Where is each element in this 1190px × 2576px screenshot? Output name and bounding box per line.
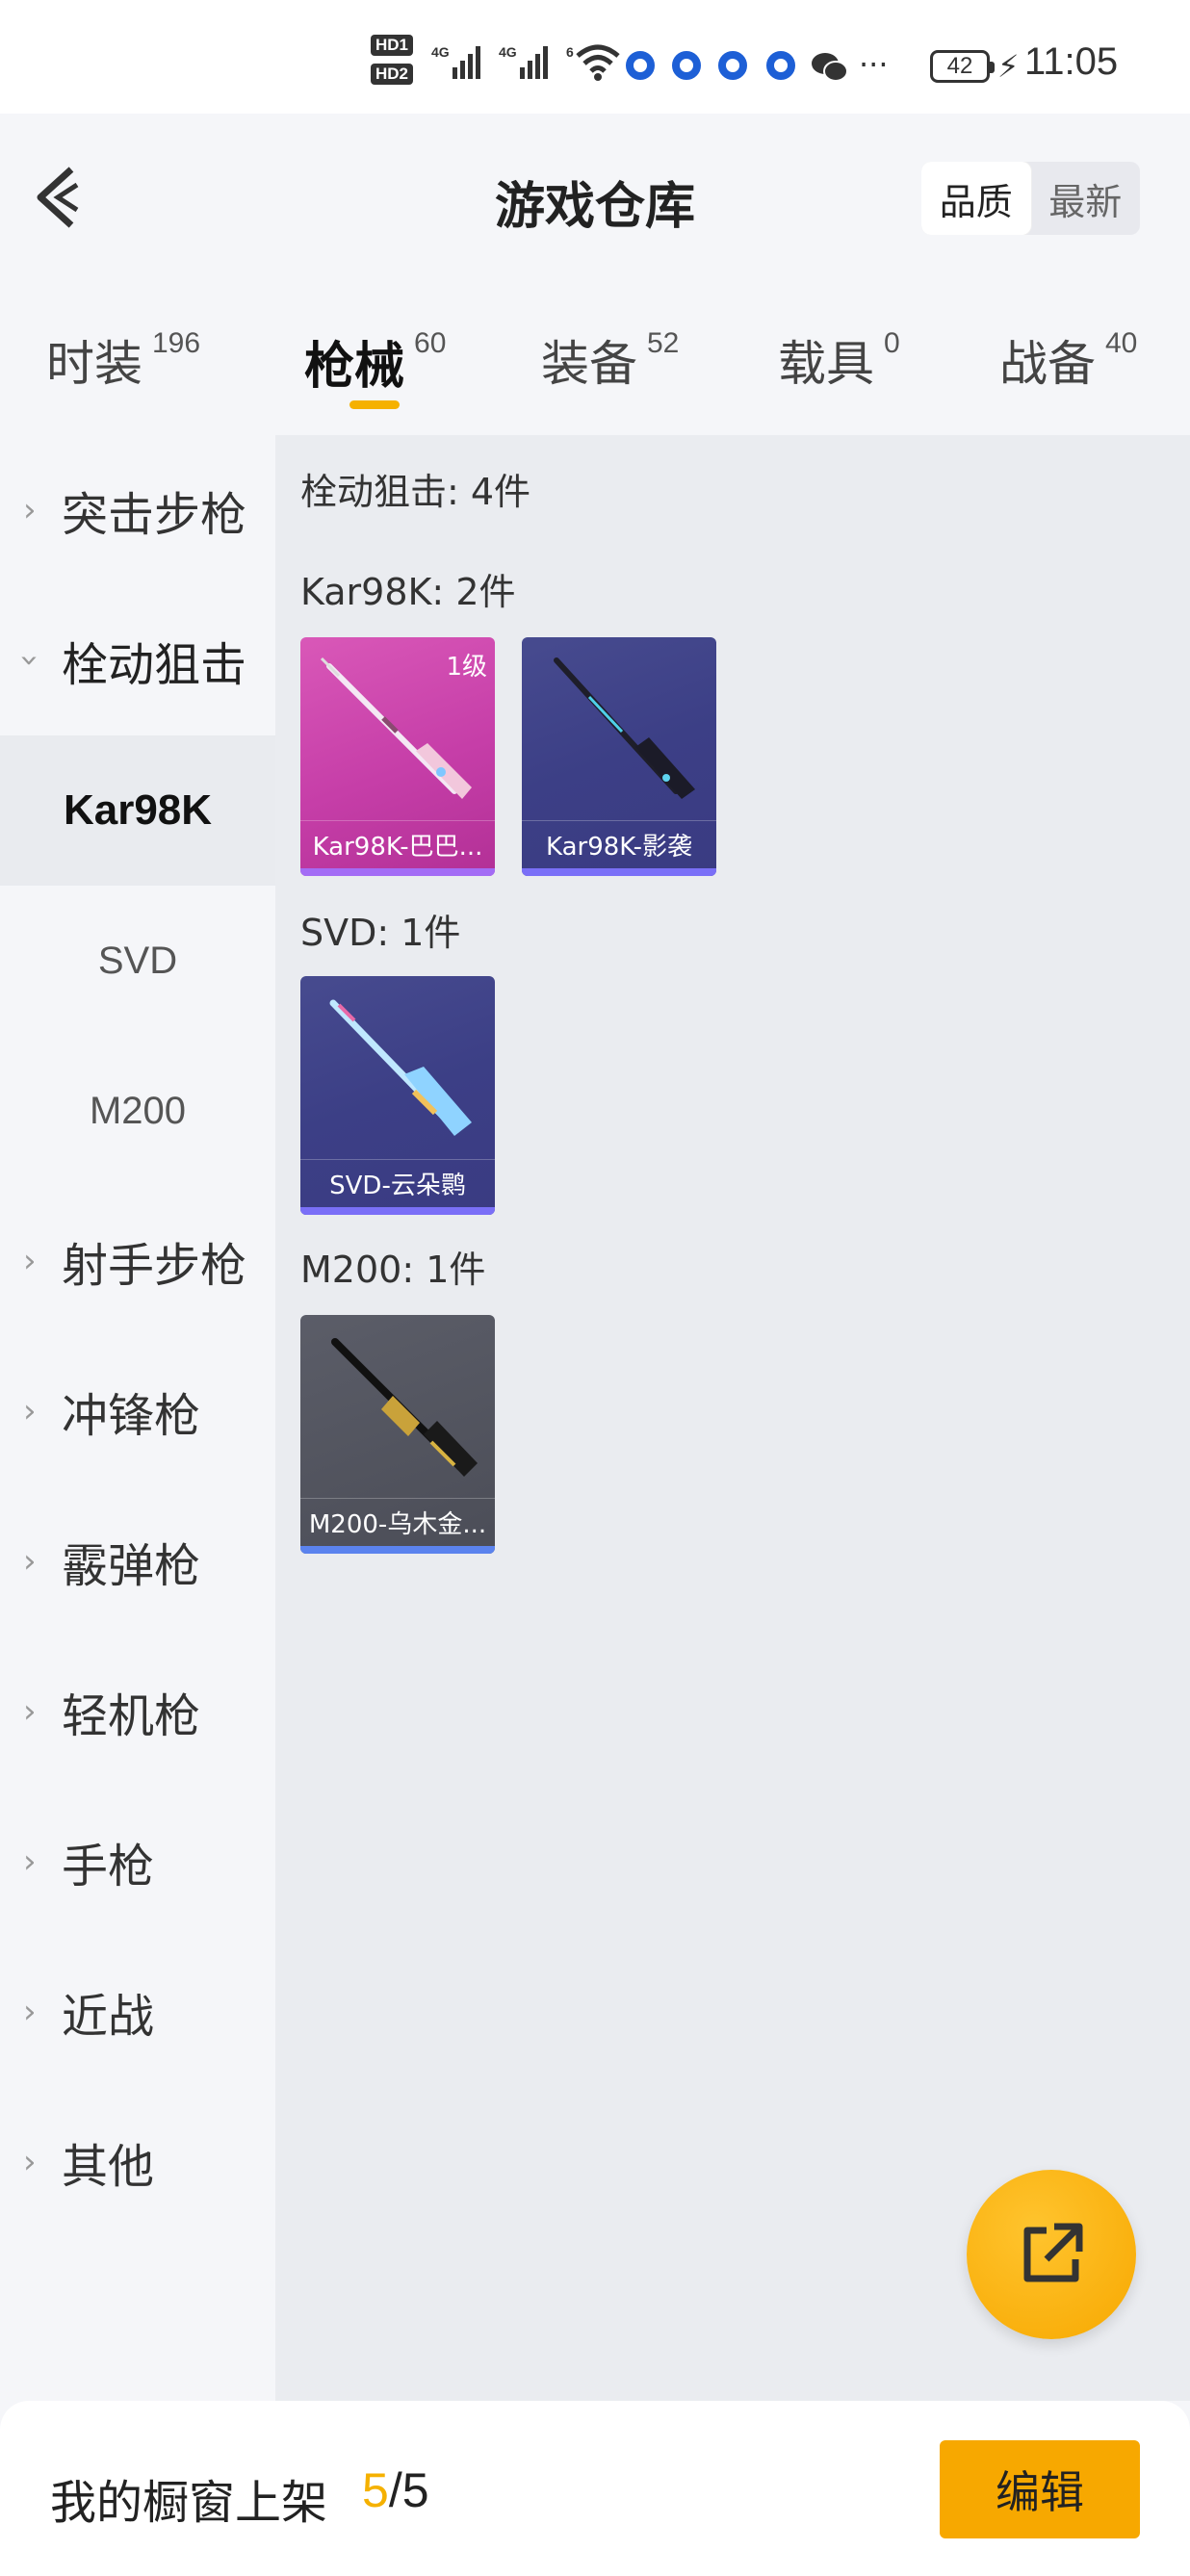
showcase-count: 5/5 bbox=[362, 2462, 429, 2518]
item-name: Kar98K-影袭 bbox=[522, 820, 716, 868]
sidebar-item-bolt-action-snipers[interactable]: › 栓动狙击 bbox=[0, 585, 275, 735]
item-card[interactable]: SVD-云朵鹮 bbox=[300, 976, 495, 1215]
app-notification-icon bbox=[626, 51, 655, 80]
sidebar-item-label: 近战 bbox=[62, 1990, 155, 2044]
battery-icon: 42 bbox=[930, 50, 995, 83]
item-name: Kar98K-巴巴... bbox=[300, 820, 495, 868]
rarity-bar bbox=[300, 1207, 495, 1215]
item-card[interactable]: M200-乌木金... bbox=[300, 1315, 495, 1554]
active-tab-indicator bbox=[349, 400, 400, 409]
showcase-label: 我的橱窗上架 bbox=[50, 2476, 328, 2530]
sort-toggle[interactable]: 品质 最新 bbox=[921, 162, 1140, 235]
sidebar: › 突击步枪 › 栓动狙击 Kar98K SVD M200 › 射手步枪 › 冲… bbox=[0, 435, 275, 2401]
category-tabs: 时装 196 枪械 60 装备 52 载具 0 战备 40 bbox=[0, 308, 1190, 424]
hd-icon: HD1 bbox=[371, 35, 414, 56]
tab-label: 枪械 bbox=[304, 338, 405, 396]
sidebar-item-smg[interactable]: › 冲锋枪 bbox=[0, 1336, 275, 1486]
hd-indicator: HD1 HD2 bbox=[371, 35, 414, 85]
sidebar-item-lmg[interactable]: › 轻机枪 bbox=[0, 1636, 275, 1787]
tab-label: 战备 bbox=[999, 336, 1096, 392]
chevron-right-icon: › bbox=[23, 1842, 37, 1881]
tab-supplies[interactable]: 战备 40 bbox=[999, 325, 1137, 395]
tab-label: 时装 bbox=[46, 336, 142, 392]
item-level-badge: 1级 bbox=[446, 653, 487, 682]
sidebar-item-other[interactable]: › 其他 bbox=[0, 2087, 275, 2237]
hd-icon: HD2 bbox=[371, 64, 414, 85]
sidebar-item-melee[interactable]: › 近战 bbox=[0, 1937, 275, 2087]
item-card[interactable]: 1级 Kar98K-巴巴... bbox=[300, 637, 495, 876]
group-title: SVD: 1件 bbox=[300, 912, 461, 954]
item-list: 栓动狙击: 4件 Kar98K: 2件 1级 Kar98K-巴巴... Kar9… bbox=[275, 435, 1190, 2401]
signal-icon bbox=[520, 46, 548, 79]
sidebar-item-label: 霰弹枪 bbox=[62, 1539, 201, 1593]
clock: 11:05 bbox=[1024, 40, 1119, 83]
sidebar-item-shotguns[interactable]: › 霰弹枪 bbox=[0, 1486, 275, 1636]
sidebar-item-label: 其他 bbox=[62, 2140, 155, 2194]
signal-icon bbox=[453, 46, 480, 79]
share-external-icon bbox=[1023, 2223, 1083, 2282]
item-card[interactable]: Kar98K-影袭 bbox=[522, 637, 716, 876]
share-button[interactable] bbox=[967, 2170, 1136, 2339]
item-name: M200-乌木金... bbox=[300, 1498, 495, 1546]
sidebar-item-label: 突击步枪 bbox=[62, 488, 247, 542]
chevron-right-icon: › bbox=[23, 2143, 37, 2181]
rifle-skin-image bbox=[329, 999, 472, 1136]
category-title: 栓动狙击: 4件 bbox=[300, 471, 531, 513]
sidebar-subitem-kar98k[interactable]: Kar98K bbox=[0, 735, 275, 886]
sidebar-item-pistols[interactable]: › 手枪 bbox=[0, 1787, 275, 1937]
tab-vehicles[interactable]: 载具 0 bbox=[778, 325, 900, 395]
rarity-bar bbox=[522, 868, 716, 876]
app-notification-icon bbox=[766, 51, 795, 80]
sidebar-item-assault-rifles[interactable]: › 突击步枪 bbox=[0, 435, 275, 585]
chevron-right-icon: › bbox=[23, 1392, 37, 1430]
sidebar-item-label: 栓动狙击 bbox=[62, 638, 247, 692]
wifi-version-label: 6 bbox=[566, 44, 574, 60]
group-title: Kar98K: 2件 bbox=[300, 571, 516, 613]
tab-label: 载具 bbox=[778, 336, 874, 392]
sidebar-item-label: 轻机枪 bbox=[62, 1689, 201, 1743]
app-notification-icon bbox=[718, 51, 747, 80]
chevron-down-icon: › bbox=[10, 654, 49, 667]
tab-count: 0 bbox=[884, 327, 900, 359]
tab-count: 196 bbox=[152, 327, 201, 359]
showcase-current: 5 bbox=[362, 2463, 389, 2517]
app-notification-icon bbox=[672, 51, 701, 80]
chevron-right-icon: › bbox=[23, 1692, 37, 1731]
showcase-total: /5 bbox=[388, 2463, 429, 2517]
edit-button[interactable]: 编辑 bbox=[940, 2440, 1140, 2538]
tab-equipment[interactable]: 装备 52 bbox=[541, 325, 679, 395]
tab-label: 装备 bbox=[541, 336, 637, 392]
rarity-bar bbox=[300, 1546, 495, 1554]
sidebar-item-label: 射手步枪 bbox=[62, 1239, 247, 1293]
chevron-right-icon: › bbox=[23, 1242, 37, 1280]
status-bar: HD1 HD2 4G 4G 6 ··· 42 ⚡ 11:05 bbox=[0, 0, 1190, 114]
chevron-right-icon: › bbox=[23, 491, 37, 529]
sidebar-subitem-svd[interactable]: SVD bbox=[0, 886, 275, 1036]
sidebar-subitem-m200[interactable]: M200 bbox=[0, 1036, 275, 1186]
tab-count: 60 bbox=[414, 327, 447, 359]
more-icon: ··· bbox=[859, 46, 889, 83]
wechat-icon bbox=[812, 53, 848, 82]
item-name: SVD-云朵鹮 bbox=[300, 1159, 495, 1207]
rarity-bar bbox=[300, 868, 495, 876]
chevron-right-icon: › bbox=[23, 1993, 37, 2031]
rifle-skin-image bbox=[554, 657, 695, 799]
network-type-label: 4G bbox=[431, 44, 450, 60]
sort-option-newest[interactable]: 最新 bbox=[1031, 162, 1141, 235]
rifle-skin-image bbox=[331, 1338, 478, 1477]
sort-option-quality[interactable]: 品质 bbox=[921, 162, 1031, 235]
charging-icon: ⚡ bbox=[997, 48, 1020, 85]
sidebar-item-marksman-rifles[interactable]: › 射手步枪 bbox=[0, 1186, 275, 1336]
tab-count: 40 bbox=[1105, 327, 1138, 359]
sidebar-item-label: 手枪 bbox=[62, 1840, 155, 1893]
tab-firearms[interactable]: 枪械 60 bbox=[304, 325, 446, 398]
wifi-icon bbox=[576, 44, 620, 81]
tab-fashion[interactable]: 时装 196 bbox=[46, 325, 200, 395]
sidebar-item-label: 冲锋枪 bbox=[62, 1389, 201, 1443]
network-type-label: 4G bbox=[499, 44, 517, 60]
chevron-right-icon: › bbox=[23, 1542, 37, 1581]
group-title: M200: 1件 bbox=[300, 1249, 486, 1291]
tab-count: 52 bbox=[647, 327, 680, 359]
